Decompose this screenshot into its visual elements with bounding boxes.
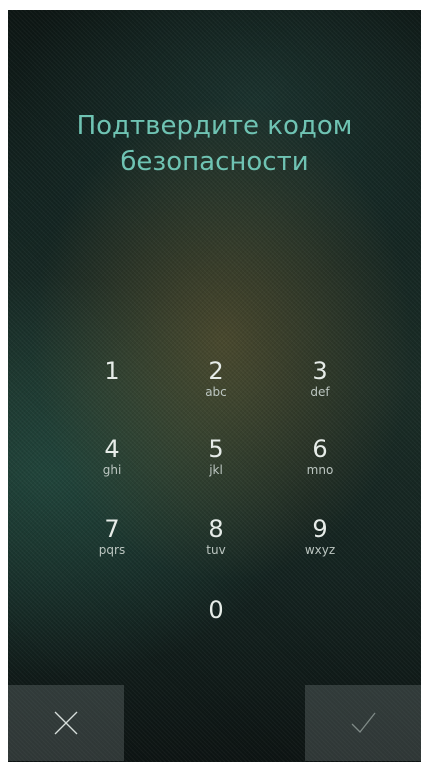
- key-digit: 2: [208, 357, 224, 385]
- title-line-2: безопасности: [120, 147, 309, 177]
- check-icon: [351, 712, 376, 733]
- cancel-button[interactable]: [8, 685, 124, 761]
- key-6[interactable]: 6 mno: [275, 435, 365, 499]
- key-letters: pqrs: [98, 543, 126, 557]
- key-digit: 5: [208, 435, 224, 463]
- key-1[interactable]: 1: [67, 357, 157, 421]
- key-digit: 9: [312, 515, 328, 543]
- key-digit: 0: [208, 596, 224, 624]
- key-digit: 6: [312, 435, 328, 463]
- key-0[interactable]: 0: [171, 596, 261, 660]
- confirm-button[interactable]: [305, 685, 421, 761]
- key-letters: mno: [306, 463, 334, 477]
- key-digit: 3: [312, 357, 328, 385]
- lock-screen: Подтвердите кодом безопасности 1 2 abc 3…: [8, 10, 421, 762]
- key-digit: 8: [208, 515, 224, 543]
- key-letters: abc: [205, 385, 227, 399]
- key-7[interactable]: 7 pqrs: [67, 515, 157, 579]
- key-digit: 1: [104, 357, 120, 385]
- title-line-1: Подтвердите кодом: [76, 111, 353, 141]
- key-digit: 7: [104, 515, 120, 543]
- key-3[interactable]: 3 def: [275, 357, 365, 421]
- key-digit: 4: [104, 435, 120, 463]
- page-title: Подтвердите кодом безопасности: [8, 108, 421, 180]
- key-2[interactable]: 2 abc: [171, 357, 261, 421]
- key-letters: def: [310, 385, 330, 399]
- key-letters: wxyz: [304, 543, 336, 557]
- key-8[interactable]: 8 tuv: [171, 515, 261, 579]
- key-letters: ghi: [102, 463, 122, 477]
- device-frame: Подтвердите кодом безопасности 1 2 abc 3…: [0, 0, 427, 762]
- key-letters: tuv: [206, 543, 226, 557]
- key-9[interactable]: 9 wxyz: [275, 515, 365, 579]
- close-icon: [54, 711, 78, 735]
- key-letters: jkl: [209, 463, 223, 477]
- key-5[interactable]: 5 jkl: [171, 435, 261, 499]
- key-4[interactable]: 4 ghi: [67, 435, 157, 499]
